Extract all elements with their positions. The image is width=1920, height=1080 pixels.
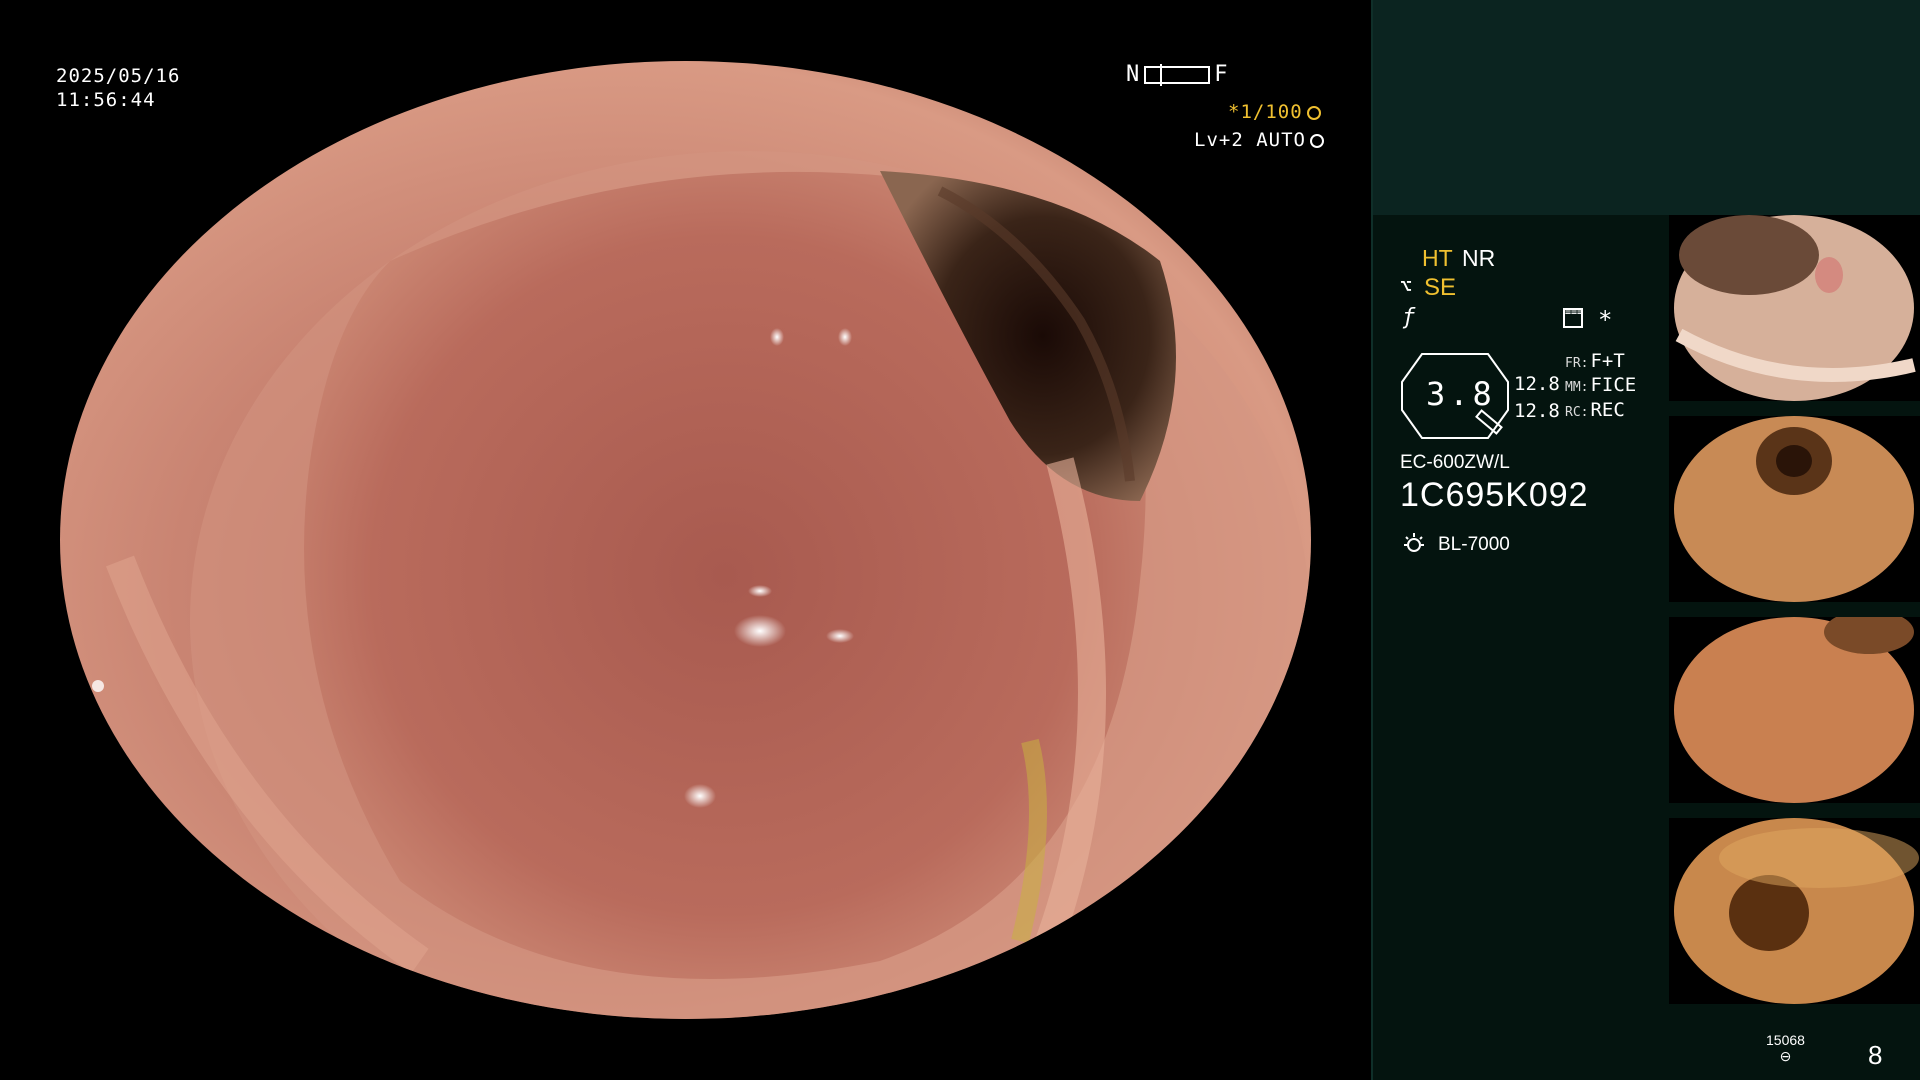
iris-display: Lv+2 AUTO	[1194, 128, 1324, 152]
iris-icon	[1309, 134, 1324, 148]
light-source-icon	[1404, 533, 1424, 552]
focus-scale: N F	[1126, 63, 1229, 87]
se-indicator: SE	[1424, 274, 1457, 301]
scope-serial: 1C695K092	[1400, 476, 1589, 514]
capture-thumbnail[interactable]	[1669, 818, 1920, 1004]
value-1: 12.8	[1514, 373, 1560, 395]
rc-label: RC:	[1565, 405, 1589, 420]
far-label: F	[1214, 62, 1229, 87]
capture-counter: 15068 ⊖	[1766, 1032, 1805, 1065]
capture-thumbnail[interactable]	[1669, 215, 1920, 401]
focus-bar	[1144, 64, 1211, 86]
structure-mode-icon: ≡≡≡	[1563, 308, 1583, 328]
colon-lumen-image	[60, 61, 1311, 1019]
fr-label: FR:	[1565, 356, 1589, 371]
page-number: 8	[1868, 1040, 1883, 1070]
aperture-icon	[1306, 106, 1321, 120]
capture-count: 15068	[1766, 1032, 1805, 1048]
shutter-text: *1/100	[1228, 101, 1303, 123]
panel-header-area	[1373, 0, 1920, 215]
fr-setting: FR: F+T	[1565, 350, 1625, 372]
rc-setting: RC: REC	[1565, 399, 1625, 421]
value-2: 12.8	[1514, 400, 1560, 422]
fr-value: F+T	[1590, 350, 1625, 372]
capture-thumbnail[interactable]	[1669, 416, 1920, 602]
mm-label: MM:	[1565, 380, 1589, 395]
date-time-display: 2025/05/16 11:56:44	[56, 64, 180, 112]
shutter-display: *1/100	[1228, 100, 1321, 124]
iris-text: Lv+2 AUTO	[1194, 129, 1306, 151]
nr-indicator: NR	[1462, 245, 1496, 271]
edge-enhance-icon: ⌥	[1400, 274, 1413, 298]
sharpness-icon: ƒ	[1402, 305, 1416, 330]
thumbnail-image	[1674, 617, 1914, 803]
storage-counter-icon: ⊖	[1779, 1048, 1792, 1064]
zoom-value: 3.8	[1426, 375, 1496, 413]
capture-thumbnail[interactable]	[1669, 617, 1920, 803]
time-text: 11:56:44	[56, 89, 156, 111]
mm-value: FICE	[1590, 374, 1637, 396]
near-label: N	[1126, 62, 1141, 87]
rc-value: REC	[1590, 399, 1625, 421]
thumbnail-image	[1674, 818, 1919, 1004]
endoscope-view	[60, 61, 1311, 1019]
star-indicator: *	[1598, 306, 1613, 334]
scope-model: EC-600ZW/L	[1400, 452, 1510, 473]
thumbnail-image	[1674, 215, 1916, 401]
date-text: 2025/05/16	[56, 65, 181, 87]
thumbnail-image	[1674, 416, 1914, 602]
mm-setting: MM: FICE	[1565, 374, 1636, 396]
ht-indicator: HT	[1422, 245, 1453, 271]
light-source-model: BL-7000	[1438, 534, 1510, 555]
